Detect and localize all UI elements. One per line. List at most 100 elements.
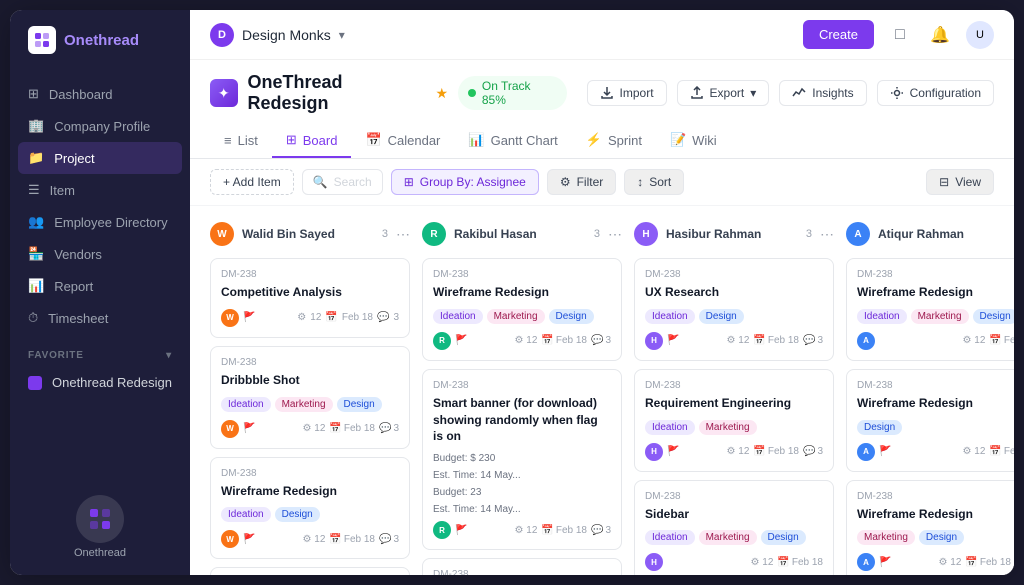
card[interactable]: DM-238 Sidebar Ideation Marketing Design… [634,480,834,575]
sort-button[interactable]: ↕ Sort [624,169,684,195]
view-icon: ⊟ [939,175,949,189]
gear-icon: ⚙ [297,312,306,323]
search-box[interactable]: 🔍 Search [302,169,383,195]
flag-icon: 🚩 [243,423,255,434]
card-avatar: H [645,553,663,571]
column-menu-icon[interactable]: ⋯ [820,226,834,243]
card[interactable]: DM-238 Wireframe Redesign Ideation Marke… [422,258,622,361]
sidebar-item-vendors[interactable]: 🏪 Vendors [10,238,190,270]
card-avatar: W [221,309,239,327]
card[interactable]: DM-238 Design System | Typography Ideati… [210,567,410,575]
notification-icon[interactable]: 🔔 [926,21,954,49]
logo: Onethread [10,10,190,70]
flag-icon: 🚩 [455,525,467,536]
add-item-button[interactable]: + Add Item [210,169,294,195]
star-icon[interactable]: ★ [435,85,448,102]
gantt-icon: 📊 [468,132,484,148]
column-header-walid: W Walid Bin Sayed 3 ⋯ [210,218,410,250]
sidebar-item-company-profile[interactable]: 🏢 Company Profile [10,110,190,142]
column-avatar-walid: W [210,222,234,246]
timesheet-icon: ⏱ [28,310,38,326]
tab-sprint[interactable]: ⚡ Sprint [572,124,656,158]
view-button[interactable]: ⊟ View [926,169,994,195]
on-track-badge: On Track 85% [458,76,567,110]
column-menu-icon[interactable]: ⋯ [396,226,410,243]
tab-board[interactable]: ⊞ Board [272,124,352,158]
status-dot [468,89,476,97]
comment-icon: 💬 [377,312,389,323]
sidebar-item-dashboard[interactable]: ⊞ Dashboard [10,78,190,110]
board-toolbar: + Add Item 🔍 Search ⊞ Group By: Assignee… [190,159,1014,206]
card-avatar: R [433,521,451,539]
card[interactable]: DM-238 Requirement Engineering Ideation … [634,369,834,472]
group-by-button[interactable]: ⊞ Group By: Assignee [391,169,539,195]
flag-icon: 🚩 [455,335,467,346]
column-header-atiqur: A Atiqur Rahman 3 ⋯ [846,218,1014,250]
sidebar-item-report[interactable]: 📊 Report [10,270,190,302]
card-avatar: H [645,332,663,350]
sidebar-item-timesheet[interactable]: ⏱ Timesheet [10,302,190,334]
report-icon: 📊 [28,278,44,294]
card-avatar: R [433,332,451,350]
sort-icon: ↕ [637,175,643,189]
tab-calendar[interactable]: 📅 Calendar [351,124,454,158]
favorite-item-onethread-redesign[interactable]: Onethread Redesign [28,369,172,396]
tab-wiki[interactable]: 📝 Wiki [656,124,731,158]
column-walid: W Walid Bin Sayed 3 ⋯ DM-238 Competitive… [210,218,410,563]
flag-icon: 🚩 [879,557,891,568]
employee-icon: 👥 [28,214,44,230]
tab-list[interactable]: ≡ List [210,125,272,158]
board-columns: W Walid Bin Sayed 3 ⋯ DM-238 Competitive… [210,218,994,563]
search-icon: 🔍 [313,175,328,189]
insights-button[interactable]: Insights [779,80,866,106]
workspace-selector[interactable]: D Design Monks ▾ [210,23,345,47]
import-button[interactable]: Import [587,80,667,106]
board-area: W Walid Bin Sayed 3 ⋯ DM-238 Competitive… [190,206,1014,575]
chevron-down-icon[interactable]: ▾ [166,350,172,361]
card-avatar: W [221,530,239,548]
user-avatar[interactable]: U [966,21,994,49]
column-avatar-atiqur: A [846,222,870,246]
calendar-icon: 📅 [325,312,337,323]
flag-icon: 🚩 [243,534,255,545]
card-avatar: A [857,553,875,571]
column-rakibul: R Rakibul Hasan 3 ⋯ DM-238 Wireframe Red… [422,218,622,563]
bottom-logo-icon [76,495,124,543]
view-tabs: ≡ List ⊞ Board 📅 Calendar 📊 Gantt Chart … [190,124,1014,159]
column-header-rakibul: R Rakibul Hasan 3 ⋯ [422,218,622,250]
card[interactable]: DM-238 Bite Date Usage R 📅 Feb 18 [422,558,622,575]
card-avatar: H [645,443,663,461]
card[interactable]: DM-238 Competitive Analysis W 🚩 ⚙ 12 📅 F… [210,258,410,338]
wiki-icon: 📝 [670,132,686,148]
column-menu-icon[interactable]: ⋯ [608,226,622,243]
card[interactable]: DM-238 UX Research Ideation Design H 🚩 ⚙… [634,258,834,361]
configuration-button[interactable]: Configuration [877,80,994,106]
card-avatar: A [857,443,875,461]
tab-gantt-chart[interactable]: 📊 Gantt Chart [454,124,571,158]
filter-button[interactable]: ⚙ Filter [547,169,616,195]
card[interactable]: DM-238 Dribbble Shot Ideation Marketing … [210,346,410,449]
favorite-section: FAVORITE ▾ Onethread Redesign [10,342,190,404]
monitor-icon[interactable]: □ [886,21,914,49]
create-button[interactable]: Create [803,20,874,49]
header-actions: Create □ 🔔 U [803,20,994,49]
export-button[interactable]: Export ▾ [677,80,770,106]
flag-icon: 🚩 [667,335,679,346]
sprint-icon: ⚡ [586,132,602,148]
project-icon: 📁 [28,150,44,166]
top-header: D Design Monks ▾ Create □ 🔔 U [190,10,1014,60]
list-icon: ≡ [224,133,232,148]
card[interactable]: DM-238 Smart banner (for download) showi… [422,369,622,550]
column-atiqur: A Atiqur Rahman 3 ⋯ DM-238 Wireframe Red… [846,218,1014,563]
main-content: D Design Monks ▾ Create □ 🔔 U ✦ OneThrea… [190,10,1014,575]
sidebar-item-employee-directory[interactable]: 👥 Employee Directory [10,206,190,238]
card[interactable]: DM-238 Wireframe Redesign Marketing Desi… [846,480,1014,575]
board-icon: ⊞ [286,132,297,148]
card[interactable]: DM-238 Wireframe Redesign Ideation Marke… [846,258,1014,361]
card[interactable]: DM-238 Wireframe Redesign Ideation Desig… [210,457,410,560]
sidebar-item-project[interactable]: 📁 Project [18,142,182,174]
company-profile-icon: 🏢 [28,118,44,134]
project-title: OneThread Redesign [248,72,426,114]
sidebar-item-item[interactable]: ☰ Item [10,174,190,206]
card[interactable]: DM-238 Wireframe Redesign Design A 🚩 ⚙ 1… [846,369,1014,472]
